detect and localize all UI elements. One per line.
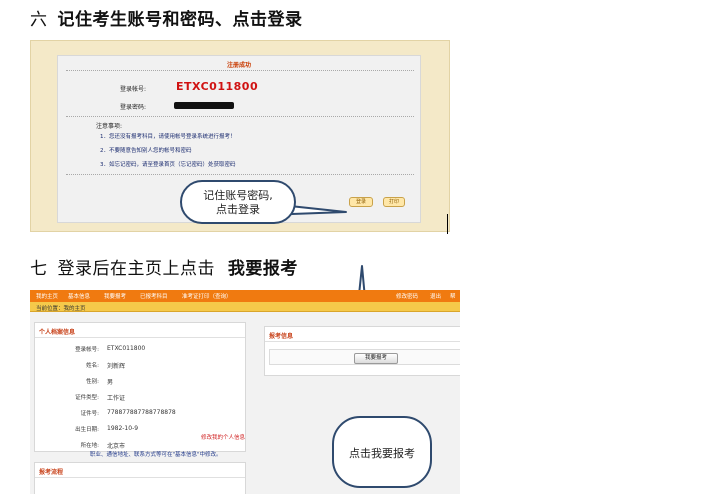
note-item: 3．如忘记密码，请至登录首页（忘记密码）处获取密码	[100, 162, 236, 168]
nav-basic-info[interactable]: 基本信息	[68, 292, 90, 300]
field-value: ETXC011800	[107, 345, 146, 352]
current-location: 当前位置：我的主页	[36, 306, 86, 312]
success-title: 注册成功	[226, 62, 251, 69]
field-label: 证件号:	[80, 411, 99, 417]
divider	[66, 174, 414, 175]
notes-title: 注意事项:	[96, 123, 123, 130]
step-7-heading: 七登录后在主页上点击 我要报考	[30, 254, 298, 279]
field-label: 证件类型:	[75, 395, 99, 401]
step-number: 六	[30, 10, 48, 30]
login-button[interactable]: 登录	[349, 197, 373, 207]
step-title-emphasis: 我要报考	[227, 259, 298, 279]
print-button[interactable]: 打印	[383, 197, 405, 207]
exam-title: 报考信息	[269, 333, 294, 340]
step-number: 七	[30, 259, 48, 279]
exam-info-panel: 报考信息 我要报考	[264, 326, 460, 376]
field-label: 登录帐号:	[75, 347, 99, 353]
account-label: 登录帐号:	[120, 86, 147, 93]
field-label: 出生日期:	[75, 427, 99, 433]
nav-logout[interactable]: 退出	[430, 292, 441, 300]
field-value: 1982-10-9	[107, 425, 139, 432]
divider	[35, 477, 245, 478]
location-bar: 当前位置：我的主页	[30, 302, 460, 312]
field-value: 778877887788778878	[107, 409, 176, 416]
note-item: 1．您还没有报考科目，请使用帐号登录系统进行报考！	[100, 134, 236, 140]
apply-row: 我要报考	[269, 349, 460, 365]
profile-title: 个人档案信息	[39, 329, 76, 336]
nav-apply[interactable]: 我要报考	[104, 292, 126, 300]
apply-button[interactable]: 我要报考	[354, 353, 398, 364]
edit-profile-note: 职业、通信地址、联系方式等可在"基本信息"中修改。	[90, 452, 222, 458]
field-value: 工作证	[107, 395, 126, 402]
flow-title: 报考流程	[39, 469, 64, 476]
account-value: ETXC011800	[176, 80, 259, 93]
nav-registered-subjects[interactable]: 已报考科目	[140, 292, 168, 300]
profile-panel: 个人档案信息 登录帐号: ETXC011800 姓名: 刘新辉 性别: 男 证件…	[34, 322, 246, 452]
nav-help[interactable]: 帮	[450, 292, 456, 300]
text-cursor	[447, 214, 448, 234]
callout-remember-login: 记住账号密码, 点击登录	[180, 180, 296, 224]
field-label: 所在地:	[80, 443, 99, 449]
field-value: 北京市	[107, 443, 126, 450]
callout-click-apply: 点击我要报考	[332, 416, 432, 488]
divider	[66, 116, 414, 117]
step-6-heading: 六记住考生账号和密码、点击登录	[30, 5, 303, 30]
field-label: 姓名:	[86, 363, 99, 369]
step-title: 登录后在主页上点击	[57, 259, 215, 279]
field-label: 性别:	[86, 379, 99, 385]
callout-line: 记住账号密码,	[203, 189, 273, 202]
application-flow-panel: 报考流程	[34, 462, 246, 494]
callout-line: 点击登录	[216, 203, 260, 216]
field-value: 男	[107, 379, 114, 386]
password-label: 登录密码:	[120, 104, 147, 111]
edit-profile-link[interactable]: 修改我的个人信息	[201, 433, 245, 441]
nav-admission-ticket[interactable]: 准考证打印（查询）	[182, 292, 232, 300]
top-navigation-bar: 我的主页 基本信息 我要报考 已报考科目 准考证打印（查询） 修改密码 退出 帮	[30, 290, 460, 302]
nav-home[interactable]: 我的主页	[36, 292, 58, 300]
field-value: 刘新辉	[107, 363, 126, 370]
divider	[66, 70, 414, 71]
step-title: 记住考生账号和密码、点击登录	[57, 10, 303, 30]
divider	[35, 337, 245, 338]
password-redaction	[174, 102, 234, 109]
divider	[265, 341, 460, 342]
note-item: 2．不要随意告知别人您的帐号和密码	[100, 148, 192, 154]
nav-change-password[interactable]: 修改密码	[396, 292, 418, 300]
